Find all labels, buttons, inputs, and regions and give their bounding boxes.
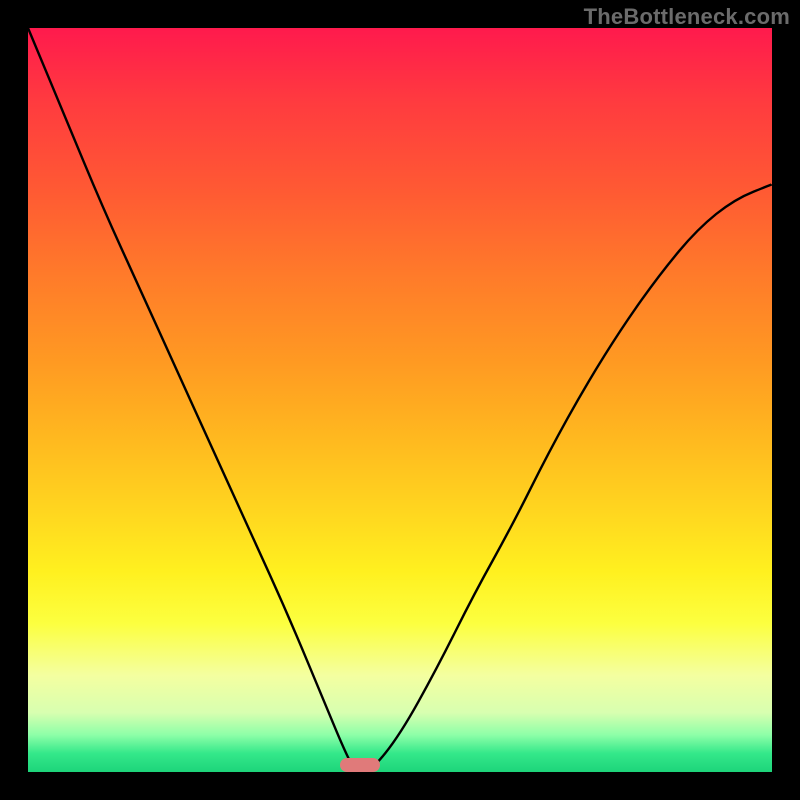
plot-area <box>28 28 772 772</box>
bottleneck-curve <box>28 28 772 772</box>
optimal-marker <box>340 758 380 772</box>
chart-frame: TheBottleneck.com <box>0 0 800 800</box>
watermark-text: TheBottleneck.com <box>584 4 790 30</box>
curve-path <box>28 28 772 772</box>
